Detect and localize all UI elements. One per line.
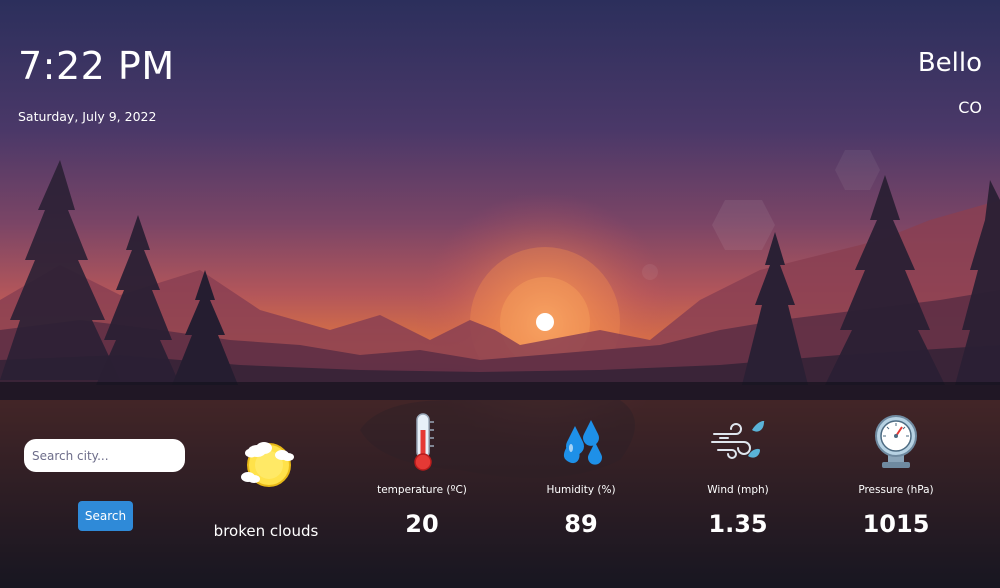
humidity-label: Humidity (%): [546, 484, 616, 496]
current-time: 7:22 PM: [18, 44, 175, 88]
thermometer-icon: [414, 413, 434, 471]
broken-clouds-icon: [241, 442, 294, 487]
current-date: Saturday, July 9, 2022: [18, 109, 157, 124]
weather-description: broken clouds: [213, 522, 319, 540]
temperature-value: 20: [405, 510, 439, 538]
pressure-metric: Pressure (hPa) 1015: [826, 412, 966, 538]
search-city-input[interactable]: [24, 439, 185, 472]
pressure-label: Pressure (hPa): [858, 484, 934, 496]
search-button[interactable]: Search: [78, 501, 133, 531]
wind-metric: Wind (mph) 1.35: [668, 412, 808, 538]
wind-label: Wind (mph): [707, 484, 769, 496]
temperature-label: temperature (ºC): [377, 484, 467, 496]
city-name: Bello: [917, 48, 982, 78]
humidity-metric: Humidity (%) 89: [511, 412, 651, 538]
country-code: CO: [958, 98, 982, 117]
humidity-value: 89: [564, 510, 598, 538]
wind-value: 1.35: [708, 510, 768, 538]
pressure-value: 1015: [862, 510, 930, 538]
temperature-metric: temperature (ºC) 20: [352, 412, 492, 538]
barometer-icon: [875, 415, 917, 468]
wind-icon: [711, 420, 765, 459]
humidity-drops-icon: [563, 420, 602, 465]
